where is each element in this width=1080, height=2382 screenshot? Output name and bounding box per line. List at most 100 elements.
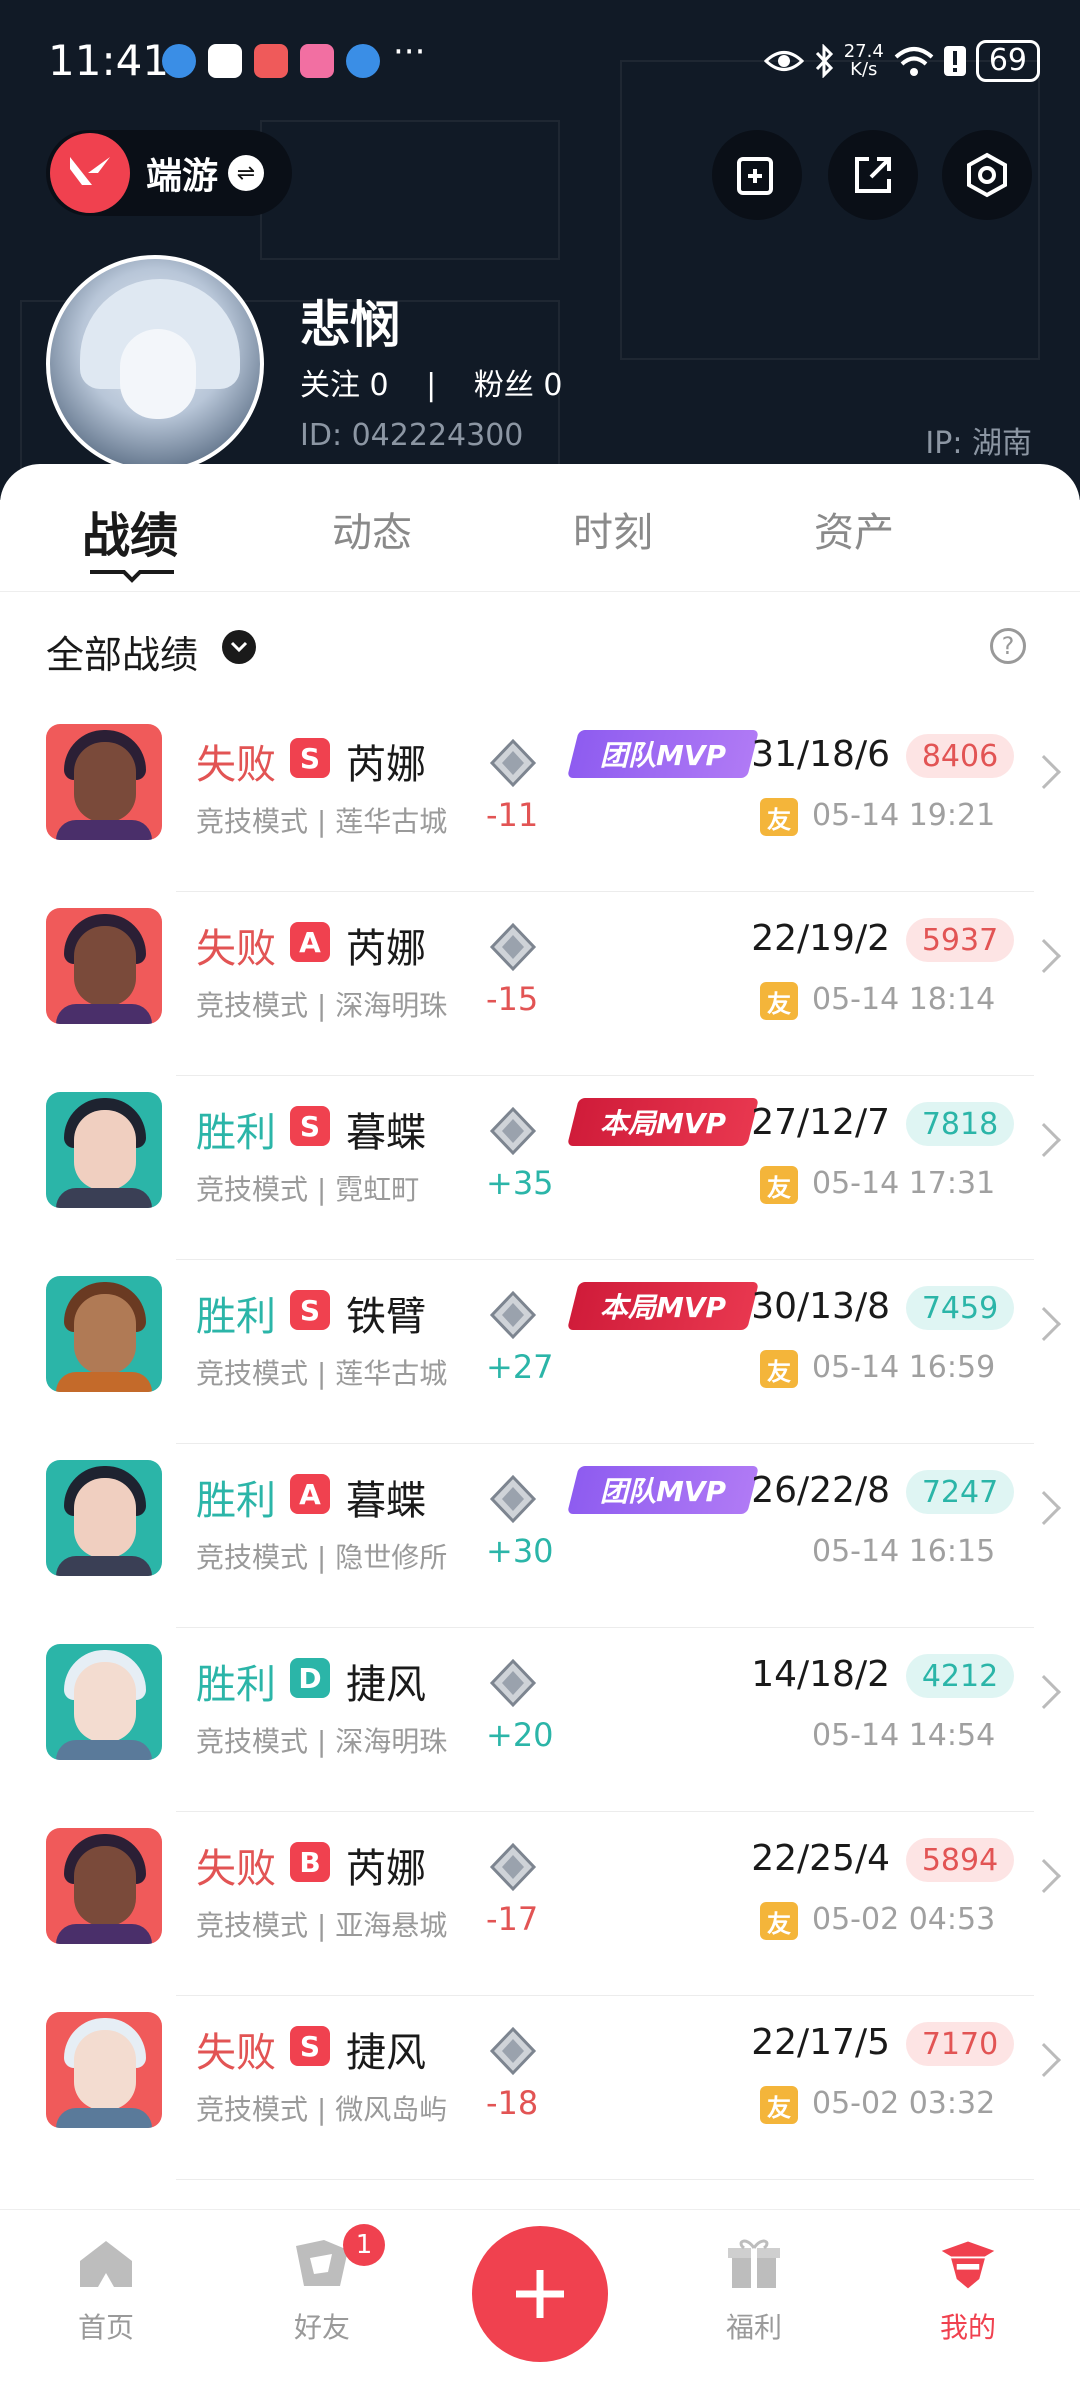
kda-stats: 26/22/8 <box>751 1470 890 1511</box>
game-switch-button[interactable]: 端游 ⇌ <box>46 130 292 216</box>
follow-count[interactable]: 关注 0 <box>300 368 389 403</box>
settings-button[interactable] <box>942 130 1032 220</box>
help-icon[interactable]: ? <box>990 628 1026 664</box>
follow-separator: | <box>426 368 437 403</box>
match-row[interactable]: 失败 A 芮娜 竞技模式 | 深海明珠 -15 22/19/2 5937 友 0… <box>0 892 1080 1076</box>
rank-badge: S <box>290 1290 330 1330</box>
match-row[interactable]: 胜利 S 铁臂 竞技模式 | 莲华古城 +27 本局MVP 30/13/8 74… <box>0 1260 1080 1444</box>
nav-mine-label: 我的 <box>939 2311 996 2344</box>
bluetooth-icon <box>815 44 833 78</box>
rank-badge: A <box>290 1474 330 1514</box>
nav-mine[interactable]: 我的 <box>908 2236 1028 2366</box>
gift-icon <box>728 2239 780 2288</box>
hero-name: 铁臂 <box>346 1294 426 1340</box>
match-row[interactable]: 失败 S 捷风 竞技模式 | 微风岛屿 -18 22/17/5 7170 友 0… <box>0 1996 1080 2180</box>
app-icon-browser-2 <box>346 44 380 78</box>
tab-moments[interactable]: 时刻 <box>573 500 653 558</box>
hero-portrait <box>46 1644 162 1760</box>
network-speed: 27.4 K/s <box>843 41 884 80</box>
user-id: ID: 042224300 <box>300 418 524 453</box>
match-result: 失败 <box>196 2030 276 2076</box>
mvp-badge: 本局MVP <box>567 1098 759 1146</box>
add-card-button[interactable] <box>712 130 802 220</box>
chevron-right-icon <box>1027 1859 1061 1893</box>
tier-diamond-icon <box>489 1474 537 1524</box>
status-bar: 11:41 ··· 27.4 K/s 69 <box>0 0 1080 120</box>
hero-name: 捷风 <box>346 2030 426 2076</box>
match-mode: 竞技模式 | 深海明珠 <box>196 1725 448 1758</box>
follow-stats: 关注 0 | 粉丝 0 <box>300 360 562 404</box>
chevron-right-icon <box>1027 755 1061 789</box>
bottom-nav: 首页 好友 1 福利 我的 <box>0 2209 1080 2382</box>
combat-score: 7818 <box>906 1102 1014 1146</box>
hero-portrait <box>46 2012 162 2128</box>
share-icon <box>855 157 891 193</box>
tier-diamond-icon <box>489 922 537 972</box>
app-icon-mail <box>254 44 288 78</box>
chevron-right-icon <box>1027 1123 1061 1157</box>
user-name: 悲悯 <box>300 296 400 354</box>
tab-records[interactable]: 战绩 <box>82 496 178 566</box>
home-icon <box>80 2241 132 2287</box>
rank-badge: S <box>290 2026 330 2066</box>
match-mode: 竞技模式 | 微风岛屿 <box>196 2093 448 2126</box>
nav-home[interactable]: 首页 <box>46 2236 166 2366</box>
friends-badge: 1 <box>343 2224 385 2266</box>
battery-indicator: 69 <box>975 40 1040 82</box>
combat-score: 7247 <box>906 1470 1014 1514</box>
kda-stats: 14/18/2 <box>751 1654 890 1695</box>
match-date: 05-14 16:59 <box>812 1350 996 1385</box>
publish-button[interactable] <box>472 2226 608 2362</box>
nav-welfare[interactable]: 福利 <box>694 2236 814 2366</box>
user-avatar[interactable] <box>46 255 264 473</box>
wifi-icon <box>894 47 934 76</box>
chevron-down-icon[interactable] <box>222 630 256 664</box>
fans-count[interactable]: 粉丝 0 <box>474 368 563 403</box>
rank-points-delta: -18 <box>486 2084 539 2122</box>
tab-assets[interactable]: 资产 <box>814 500 894 558</box>
friend-badge: 友 <box>760 2086 798 2124</box>
tier-diamond-icon <box>489 738 537 788</box>
combat-score: 7170 <box>906 2022 1014 2066</box>
content-panel: 战绩 动态 时刻 资产 全部战绩 ? 失败 S 芮娜 竞技模式 | 莲华古城 -… <box>0 464 1080 2209</box>
combat-score: 4212 <box>906 1654 1014 1698</box>
match-mode: 竞技模式 | 莲华古城 <box>196 1357 448 1390</box>
match-row[interactable]: 胜利 A 暮蝶 竞技模式 | 隐世修所 +30 团队MVP 26/22/8 72… <box>0 1444 1080 1628</box>
hero-name: 芮娜 <box>346 742 426 788</box>
profile-header: 11:41 ··· 27.4 K/s 69 端游 ⇌ 悲悯 关注 0 | 粉丝 … <box>0 0 1080 500</box>
nav-home-label: 首页 <box>77 2311 134 2344</box>
tab-active-indicator <box>90 570 174 583</box>
hexagon-settings-icon <box>967 152 1007 198</box>
rank-points-delta: -17 <box>486 1900 539 1938</box>
match-date: 05-02 03:32 <box>812 2086 996 2121</box>
match-mode: 竞技模式 | 霓虹町 <box>196 1173 420 1206</box>
kda-stats: 22/25/4 <box>751 1838 890 1879</box>
match-date: 05-14 17:31 <box>812 1166 996 1201</box>
rank-badge: A <box>290 922 330 962</box>
filter-row: 全部战绩 ? <box>46 624 1036 684</box>
hero-name: 捷风 <box>346 1662 426 1708</box>
tab-feed[interactable]: 动态 <box>332 500 412 558</box>
hero-portrait <box>46 908 162 1024</box>
match-result: 失败 <box>196 1846 276 1892</box>
share-button[interactable] <box>828 130 918 220</box>
chevron-right-icon <box>1027 1307 1061 1341</box>
rank-points-delta: +35 <box>486 1164 554 1202</box>
match-row[interactable]: 胜利 D 捷风 竞技模式 | 深海明珠 +20 14/18/2 4212 05-… <box>0 1628 1080 1812</box>
tier-diamond-icon <box>489 1842 537 1892</box>
rank-badge: S <box>290 738 330 778</box>
match-date: 05-14 14:54 <box>812 1718 996 1753</box>
match-row[interactable]: 胜利 S 暮蝶 竞技模式 | 霓虹町 +35 本局MVP 27/12/7 781… <box>0 1076 1080 1260</box>
mvp-badge: 本局MVP <box>567 1282 759 1330</box>
kda-stats: 27/12/7 <box>751 1102 890 1143</box>
hero-portrait <box>46 1276 162 1392</box>
filter-dropdown-label[interactable]: 全部战绩 <box>46 624 198 679</box>
match-row[interactable]: 失败 S 芮娜 竞技模式 | 莲华古城 -11 团队MVP 31/18/6 84… <box>0 708 1080 892</box>
match-row[interactable]: 失败 B 芮娜 竞技模式 | 亚海悬城 -17 22/25/4 5894 友 0… <box>0 1812 1080 1996</box>
game-name: 端游 <box>146 156 219 197</box>
chevron-right-icon <box>1027 2043 1061 2077</box>
match-date: 05-02 04:53 <box>812 1902 996 1937</box>
eye-icon <box>763 51 804 71</box>
app-icon-qq <box>208 44 242 78</box>
mvp-badge: 团队MVP <box>567 730 759 778</box>
